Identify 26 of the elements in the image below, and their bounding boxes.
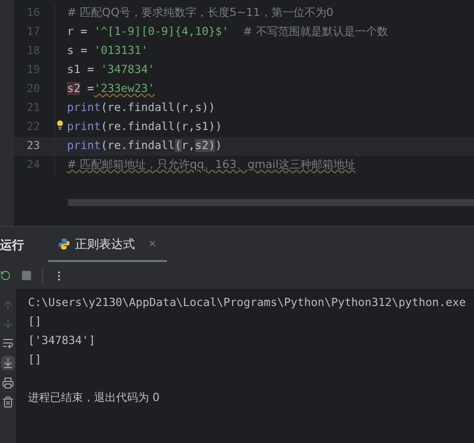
python-icon	[58, 238, 70, 250]
code-line: print(re.findall(r,s1))	[67, 119, 222, 136]
rerun-icon[interactable]	[0, 270, 11, 281]
code-line: s1 = '347834'	[67, 62, 155, 78]
code-line: # 匹配QQ号，要求纯数字，长度5~11，第一位不为0	[67, 5, 334, 22]
code-line: s = '013131'	[67, 43, 148, 60]
lightbulb-icon[interactable]	[55, 120, 65, 130]
panel-title: 运行	[0, 236, 25, 254]
stop-icon[interactable]	[21, 270, 32, 281]
trash-icon[interactable]	[2, 396, 14, 408]
code-line: # 匹配邮箱地址，只允许qq、163、gmail这三种邮箱地址	[67, 157, 356, 174]
console-line: ['347834']	[28, 333, 96, 349]
console-line: C:\Users\y2130\AppData\Local\Programs\Python\Python312\python.exe	[28, 295, 467, 311]
console-line: []	[28, 352, 42, 368]
scroll-to-end-icon[interactable]	[1, 356, 15, 370]
line-number: 23	[26, 138, 41, 154]
code-line: s2 ='233ew23'	[67, 81, 155, 98]
console-line: 进程已结束，退出代码为 0	[28, 390, 161, 406]
horizontal-scrollbar[interactable]	[68, 199, 474, 206]
console-line: []	[28, 314, 42, 330]
close-icon[interactable]	[148, 239, 157, 248]
code-line: r = '^[1-9][0-9]{4,10}$' # 不写范围就是默认是一个数	[67, 24, 388, 40]
print-icon[interactable]	[2, 377, 14, 389]
code-line: print(re.findall(r,s))	[67, 100, 216, 116]
code-line: print(re.findall(r,s2))	[67, 138, 222, 154]
wrap-icon[interactable]	[2, 337, 14, 349]
